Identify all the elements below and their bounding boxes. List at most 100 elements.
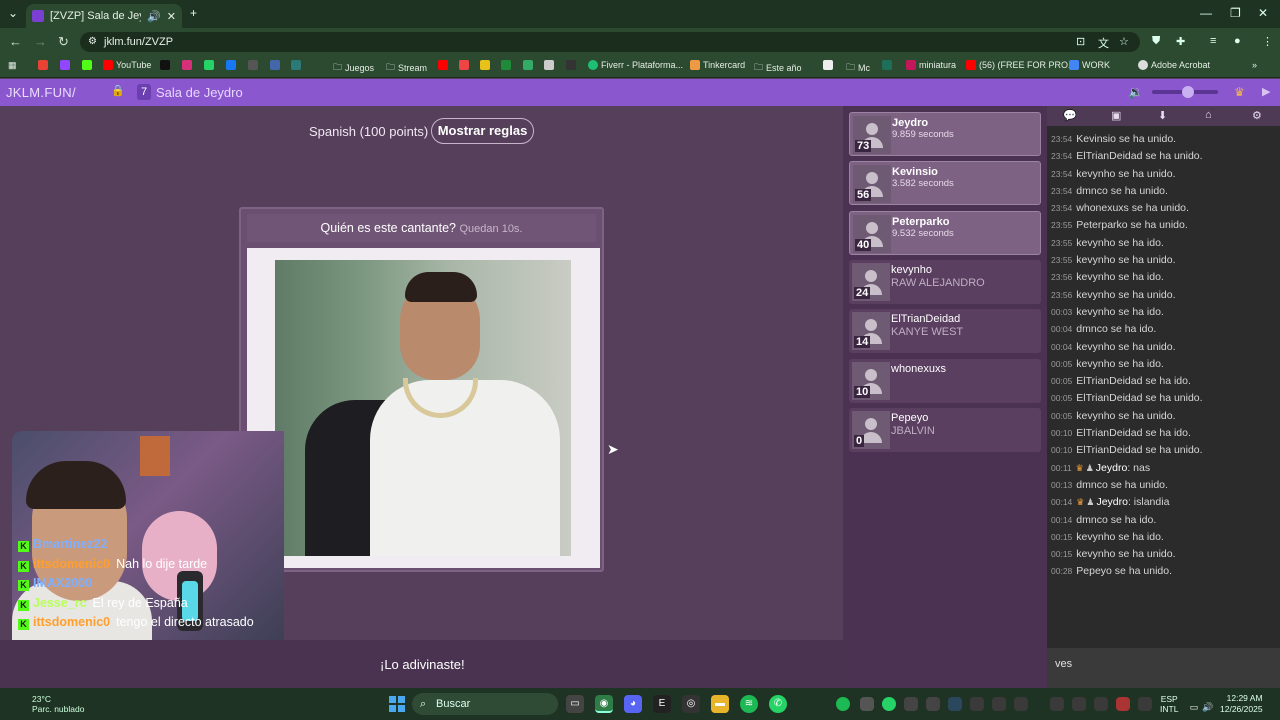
window-close-icon[interactable]: ✕ (1258, 6, 1268, 20)
bookmark-stream[interactable]: 🗀 Stream (386, 60, 427, 76)
bookmark-work[interactable]: WORK (1069, 60, 1110, 70)
player-card[interactable]: 56 Kevinsio 3.582 seconds (849, 161, 1041, 206)
bookmark-icon[interactable] (459, 60, 469, 70)
crown-icon[interactable]: ♛ (1234, 85, 1245, 99)
chat-input[interactable]: ves (1047, 648, 1280, 688)
tray-icon[interactable] (926, 697, 940, 711)
speaker-icon[interactable]: 🔊 (147, 10, 161, 23)
install-app-icon[interactable]: ⊡ (1076, 35, 1085, 48)
back-icon[interactable]: ← (9, 34, 22, 49)
taskbar-search[interactable]: ⌕ Buscar (412, 693, 558, 715)
tab-close-icon[interactable]: ✕ (167, 10, 176, 23)
facebook-icon[interactable] (226, 60, 236, 70)
tray-icon[interactable] (970, 697, 984, 711)
whatsapp-icon[interactable] (204, 60, 214, 70)
github-icon[interactable]: ◎ (682, 695, 700, 713)
bookmark-miniatura[interactable]: miniatura (906, 60, 956, 70)
bookmark-youtube[interactable]: YouTube (103, 60, 151, 70)
tray-icon[interactable] (992, 697, 1006, 711)
bookmark-icon[interactable] (248, 60, 258, 70)
bookmark-icon[interactable] (501, 60, 511, 70)
volume-slider-knob[interactable] (1182, 86, 1194, 98)
tray-steam-icon[interactable] (948, 697, 962, 711)
volume-slider[interactable] (1152, 86, 1218, 98)
bookmark-icon[interactable] (438, 60, 448, 70)
system-clock[interactable]: 12:29 AM 12/26/2025 (1220, 693, 1263, 715)
bookmark-icon[interactable] (823, 60, 833, 70)
chrome-icon[interactable]: ◉ (595, 695, 613, 713)
volume-icon[interactable]: 🔉 (1128, 85, 1143, 99)
tray-icon[interactable] (904, 697, 918, 711)
language-indicator[interactable]: ESP INTL (1160, 694, 1178, 714)
microphone-icon[interactable] (1138, 697, 1152, 711)
bookmarks-overflow-icon[interactable]: » (1252, 60, 1257, 70)
twitch-icon[interactable] (60, 60, 70, 70)
kick-icon[interactable] (82, 60, 92, 70)
player-card[interactable]: 40 Peterparko 9.532 seconds (849, 210, 1041, 255)
bookmark-icon[interactable] (523, 60, 533, 70)
bookmark-free-for-pro[interactable]: (56) (FREE FOR PRO... (966, 60, 1076, 70)
menu-icon[interactable]: ⋮ (1262, 35, 1273, 48)
profile-avatar[interactable]: ● (1234, 35, 1241, 47)
site-info-icon[interactable]: ⚙ (88, 32, 97, 52)
tray-icon[interactable] (860, 697, 874, 711)
bookmark-icon[interactable] (566, 60, 576, 70)
bookmark-icon[interactable] (882, 60, 892, 70)
bookmark-icon[interactable] (270, 60, 280, 70)
tray-icon[interactable] (1116, 697, 1130, 711)
x-icon[interactable] (160, 60, 170, 70)
translate-icon[interactable]: 文 (1098, 35, 1109, 51)
epic-games-icon[interactable]: E (653, 695, 671, 713)
address-bar[interactable]: ⚙ jklm.fun/ZVZP (80, 32, 1140, 52)
gmail-icon[interactable] (38, 60, 48, 70)
tray-spotify-icon[interactable] (836, 697, 850, 711)
bookmark-icon[interactable] (480, 60, 490, 70)
chat-author[interactable]: Jeydro (1096, 462, 1128, 474)
spotify-icon[interactable]: ≋ (740, 695, 758, 713)
bookmark-icon[interactable] (544, 60, 554, 70)
tray-whatsapp-icon[interactable] (882, 697, 896, 711)
site-brand[interactable]: JKLM.FUN/ (6, 85, 76, 100)
bookmark-juegos[interactable]: 🗀 Juegos (333, 60, 374, 76)
player-card[interactable]: 24 kevynho RAW ALEJANDRO (849, 259, 1041, 304)
players-icon[interactable]: ▣ (1111, 109, 1121, 122)
collapse-sidebar-icon[interactable]: ▶ (1262, 85, 1270, 98)
whatsapp-taskbar-icon[interactable]: ✆ (769, 695, 787, 713)
network-icon[interactable]: ▭ (1188, 698, 1200, 712)
bookmark-adobe-acrobat[interactable]: Adobe Acrobat (1138, 60, 1210, 70)
tray-icon[interactable] (1014, 697, 1028, 711)
bookmark-fiverr[interactable]: Fiverr - Plataforma... (588, 60, 683, 70)
bookmark-icon[interactable] (291, 60, 301, 70)
restore-icon[interactable]: ❐ (1230, 6, 1241, 20)
weather-widget[interactable]: 23°C Parc. nublado (32, 694, 84, 714)
bookmark-mc[interactable]: 🗀 Mc (846, 60, 870, 76)
extensions-icon[interactable]: ✚ (1176, 35, 1185, 48)
tray-icon[interactable] (1050, 697, 1064, 711)
tray-icon[interactable] (1072, 697, 1086, 711)
podium-icon[interactable]: ⬇ (1158, 109, 1167, 122)
player-card[interactable]: 14 ElTrianDeidad KANYE WEST (849, 309, 1041, 354)
minimize-icon[interactable]: — (1200, 6, 1212, 20)
task-view-icon[interactable]: ▭ (566, 695, 584, 713)
show-rules-button[interactable]: Mostrar reglas (431, 118, 534, 144)
media-icon[interactable]: ≡ (1210, 35, 1216, 47)
instagram-icon[interactable] (182, 60, 192, 70)
shield-extension-icon[interactable]: ⛊ (1152, 35, 1160, 48)
tab-search-icon[interactable]: ⌄ (8, 6, 18, 20)
bookmark-este-ano[interactable]: 🗀 Este año (754, 60, 802, 76)
bookmark-tinkercard[interactable]: Tinkercard (690, 60, 745, 70)
file-explorer-icon[interactable]: ▬ (711, 695, 729, 713)
tray-icon[interactable] (1094, 697, 1108, 711)
player-card[interactable]: 0 Pepeyo JBALVIN (849, 407, 1041, 452)
player-card[interactable]: 73 Jeydro 9.859 seconds (849, 112, 1041, 156)
browser-tab[interactable]: [ZVZP] Sala de Jeydro 🔊 ✕ (26, 4, 182, 28)
new-tab-icon[interactable]: + (190, 6, 197, 20)
chat-author[interactable]: Jeydro (1096, 496, 1128, 508)
apps-grid-icon[interactable]: ▦ (8, 60, 17, 71)
bookmark-star-icon[interactable]: ☆ (1119, 35, 1129, 48)
room-icon[interactable]: ⌂ (1205, 109, 1212, 121)
discord-icon[interactable]: ◕ (624, 695, 642, 713)
start-button[interactable] (389, 696, 405, 712)
player-card[interactable]: 10 whonexuxs (849, 358, 1041, 403)
reload-icon[interactable]: ↻ (58, 34, 69, 50)
